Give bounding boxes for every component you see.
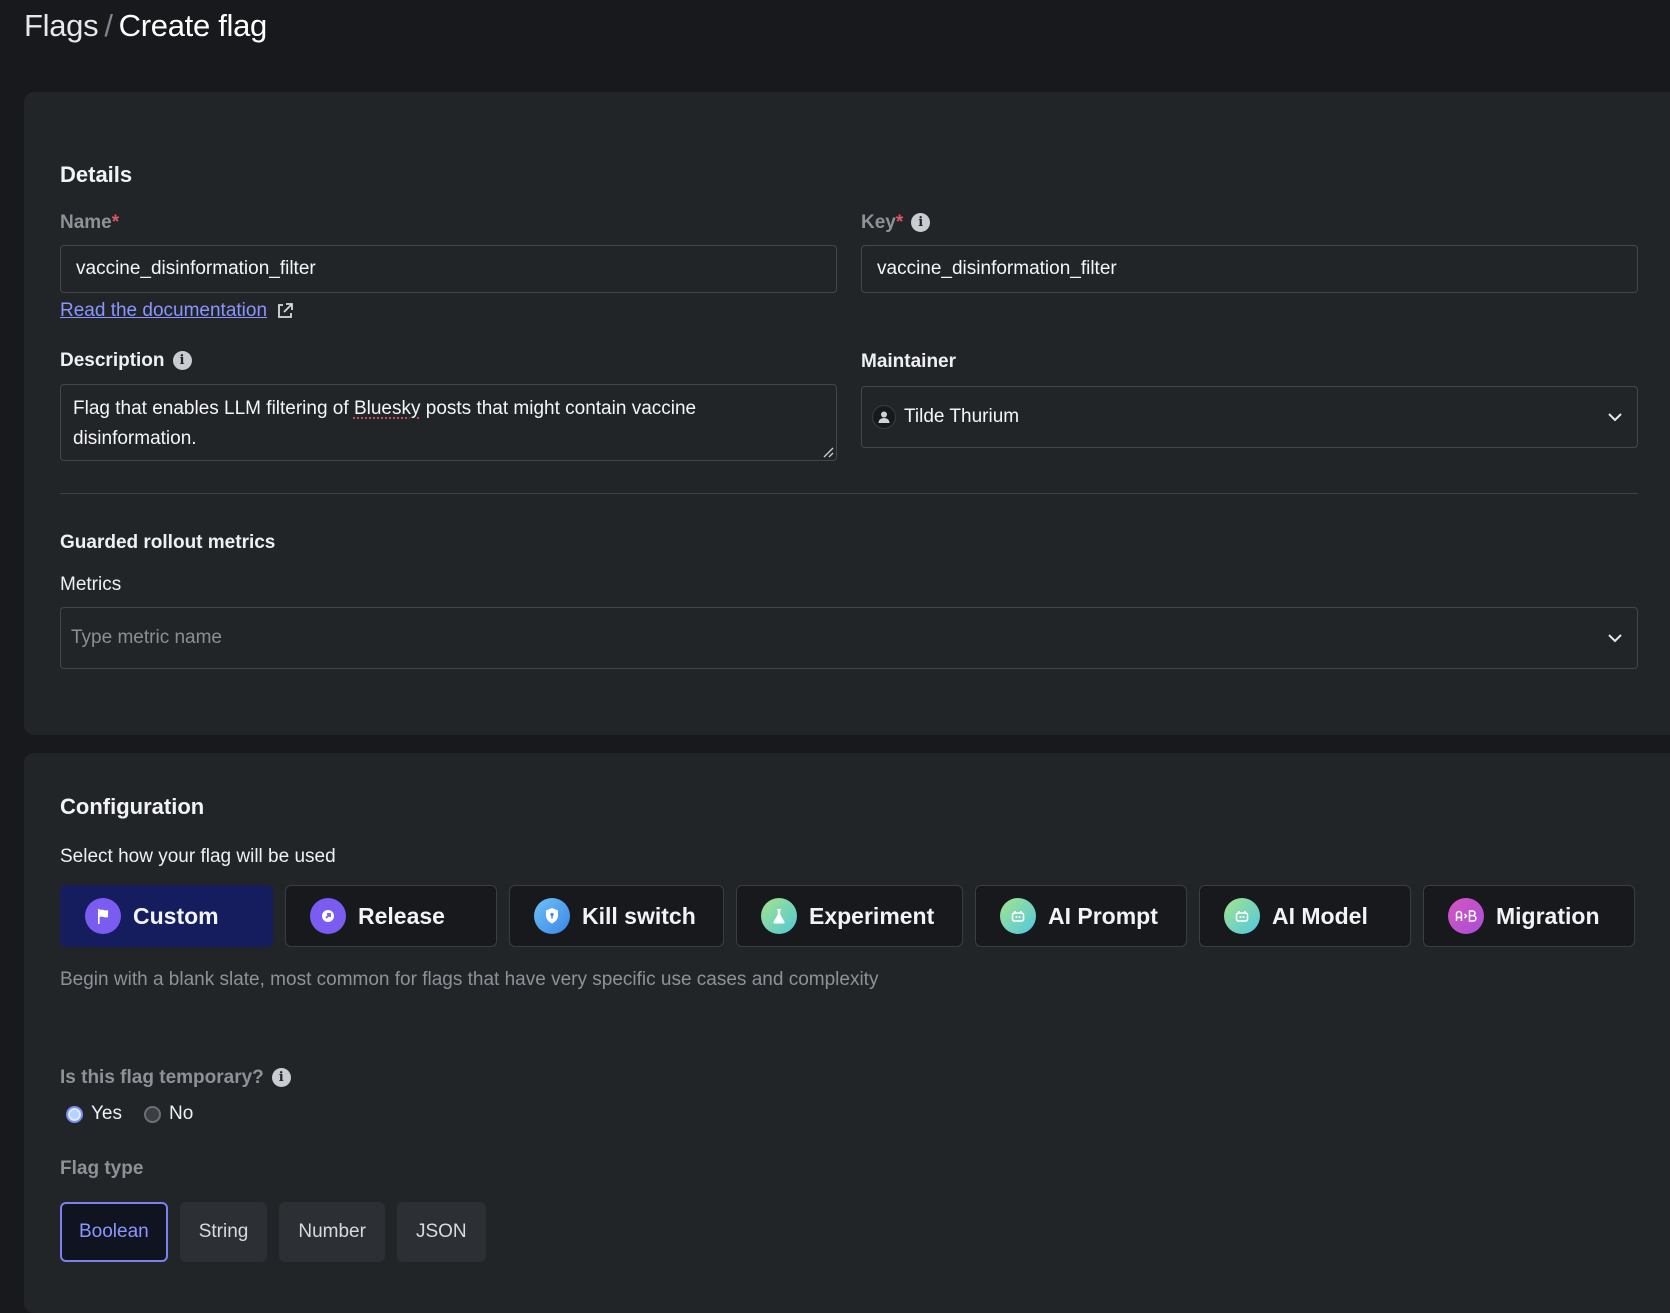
name-label: Name* <box>60 212 120 233</box>
required-mark: * <box>111 212 120 233</box>
usage-subtitle: Select how your flag will be used <box>60 846 336 867</box>
type-release-button[interactable]: Release <box>285 885 497 947</box>
maintainer-select[interactable]: Tilde Thurium <box>861 386 1638 448</box>
configuration-card: Configuration Select how your flag will … <box>24 753 1670 1313</box>
metrics-label: Metrics <box>60 574 122 595</box>
chevron-down-icon <box>1608 634 1622 643</box>
key-label: Key* i <box>861 212 931 234</box>
flag-type-boolean-button[interactable]: Boolean <box>60 1202 168 1262</box>
details-section-title: Details <box>60 162 133 187</box>
external-link-icon <box>278 303 293 318</box>
flag-usage-options: Custom Release Kill switch Experiment AI… <box>60 885 1635 947</box>
maintainer-value: Tilde Thurium <box>904 406 1020 427</box>
type-experiment-button[interactable]: Experiment <box>736 885 963 947</box>
key-field[interactable]: vaccine_disinformation_filter <box>861 245 1638 293</box>
arrow-up-right-icon <box>310 898 346 934</box>
guarded-rollout-title: Guarded rollout metrics <box>60 532 276 553</box>
name-field[interactable]: vaccine_disinformation_filter <box>60 245 837 293</box>
metrics-placeholder: Type metric name <box>71 627 222 648</box>
chevron-down-icon <box>1608 413 1622 422</box>
flag-type-json-button[interactable]: JSON <box>396 1202 486 1262</box>
breadcrumb-separator: / <box>104 8 113 43</box>
type-ai-model-button[interactable]: AI Model <box>1199 885 1411 947</box>
temporary-no-radio[interactable]: No <box>144 1103 193 1125</box>
flag-type-number-button[interactable]: Number <box>279 1202 385 1262</box>
radio-unchecked-icon <box>144 1105 161 1123</box>
flag-type-label: Flag type <box>60 1158 144 1179</box>
temporary-radio-group: Yes No <box>66 1103 201 1125</box>
usage-type-description: Begin with a blank slate, most common fo… <box>60 969 879 990</box>
temporary-yes-radio[interactable]: Yes <box>66 1103 122 1125</box>
type-migration-button[interactable]: Migration <box>1423 885 1635 947</box>
breadcrumb: Flags / Create flag <box>24 8 267 44</box>
info-icon[interactable]: i <box>911 213 931 232</box>
resize-handle-icon[interactable] <box>822 446 834 458</box>
ab-icon <box>1448 898 1484 934</box>
configuration-section-title: Configuration <box>60 794 205 819</box>
section-divider <box>60 493 1638 494</box>
misspelled-word: Bluesky <box>353 398 421 419</box>
required-mark: * <box>895 212 904 233</box>
details-card: Details Name* vaccine_disinformation_fil… <box>24 92 1670 735</box>
info-icon[interactable]: i <box>271 1068 291 1087</box>
flag-type-string-button[interactable]: String <box>179 1202 268 1262</box>
type-ai-prompt-button[interactable]: AI Prompt <box>975 885 1187 947</box>
flask-icon <box>761 898 797 934</box>
description-label: Description i <box>60 350 192 372</box>
temporary-label: Is this flag temporary? i <box>60 1067 291 1089</box>
type-kill-switch-button[interactable]: Kill switch <box>509 885 724 947</box>
page-title: Create flag <box>118 8 268 43</box>
flag-type-options: Boolean String Number JSON <box>60 1202 486 1262</box>
user-avatar-icon <box>872 405 896 429</box>
type-custom-button[interactable]: Custom <box>60 885 273 947</box>
read-documentation-link[interactable]: Read the documentation <box>60 300 295 322</box>
info-icon[interactable]: i <box>172 351 192 370</box>
metrics-select[interactable]: Type metric name <box>60 607 1638 669</box>
robot-icon <box>1224 898 1260 934</box>
description-textarea[interactable]: Flag that enables LLM filtering of Blues… <box>60 384 837 461</box>
robot-icon <box>1000 898 1036 934</box>
radio-checked-icon <box>66 1105 83 1123</box>
breadcrumb-flags-link[interactable]: Flags <box>24 8 99 43</box>
flag-icon <box>85 898 121 934</box>
shield-icon <box>534 898 570 934</box>
maintainer-label: Maintainer <box>861 351 957 372</box>
